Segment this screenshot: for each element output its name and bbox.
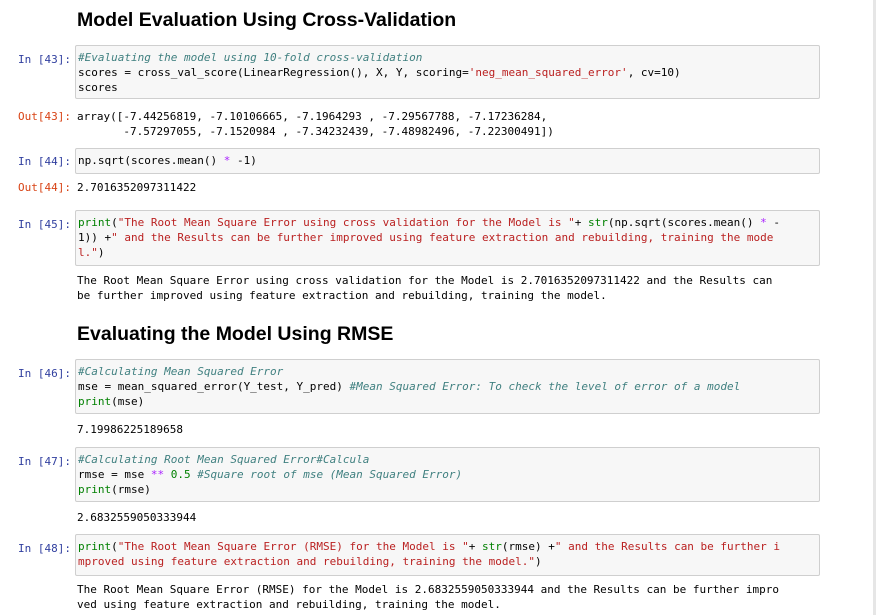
code-string: "The Root Mean Square Error (RMSE) for t…: [117, 540, 469, 553]
code-text: -1): [230, 154, 257, 167]
code-builtin: print: [78, 395, 112, 408]
cell-47-in-prompt: In [47]:: [18, 455, 71, 468]
code-text: +: [574, 216, 588, 229]
code-builtin: str: [482, 540, 502, 553]
cell-46-output: 7.19986225189658: [77, 422, 822, 437]
code-builtin: print: [78, 483, 112, 496]
code-builtin: str: [587, 216, 608, 229]
code-text: ): [534, 555, 542, 568]
code-text: , cv=10): [627, 66, 681, 79]
output-line: 2.6832559050333944: [77, 511, 197, 524]
code-comment: #Square root of mse (Mean Squared Error): [197, 468, 463, 481]
code-string: "The Root Mean Square Error using cross …: [117, 216, 575, 229]
code-comment: #Evaluating the model using 10-fold cros…: [78, 51, 423, 64]
code-builtin: print: [78, 540, 112, 553]
code-comment: #Calculating Root Mean Squared Error#Cal…: [78, 453, 370, 466]
code-builtin: print: [78, 216, 112, 229]
cell-47-code-editor[interactable]: #Calculating Root Mean Squared Error#Cal…: [75, 447, 820, 502]
cell-47-output: 2.6832559050333944: [77, 510, 822, 525]
code-text: +: [468, 540, 482, 553]
cell-48-in-prompt: In [48]:: [18, 542, 71, 555]
output-line: be further improved using feature extrac…: [77, 289, 607, 302]
code-string: 'neg_mean_squared_error': [468, 66, 628, 79]
code-text: np.sqrt(scores.mean(): [78, 154, 224, 167]
section-heading-cross-validation: Model Evaluation Using Cross-Validation: [77, 9, 457, 31]
code-string: l.": [78, 246, 98, 259]
cell-45-output: The Root Mean Square Error using cross v…: [77, 273, 822, 303]
code-number: 0.5: [164, 468, 198, 481]
cell-44-output: 2.7016352097311422: [77, 180, 822, 195]
code-text: scores: [78, 81, 118, 94]
output-line: array([-7.44256819, -7.10106665, -7.1964…: [77, 110, 548, 123]
cell-48-code-editor[interactable]: print("The Root Mean Square Error (RMSE)…: [75, 534, 820, 576]
code-text: rmse = mse: [78, 468, 151, 481]
output-line: ved using feature extraction and rebuild…: [77, 598, 501, 611]
code-text: (rmse): [111, 483, 151, 496]
code-text: ): [97, 246, 105, 259]
cell-43-code-editor[interactable]: #Evaluating the model using 10-fold cros…: [75, 45, 820, 99]
section-heading-rmse: Evaluating the Model Using RMSE: [77, 323, 394, 345]
cell-44-in-prompt: In [44]:: [18, 155, 71, 168]
cell-44-code-editor[interactable]: np.sqrt(scores.mean() * -1): [75, 148, 820, 174]
output-line: 7.19986225189658: [77, 423, 183, 436]
cell-48-output: The Root Mean Square Error (RMSE) for th…: [77, 582, 822, 612]
code-text: -: [766, 216, 781, 229]
output-line: -7.57297055, -7.1520984 , -7.34232439, -…: [77, 125, 554, 138]
code-text: scores = cross_val_score(LinearRegressio…: [78, 66, 469, 79]
code-string: " and the Results can be further i: [554, 540, 781, 553]
output-line: The Root Mean Square Error using cross v…: [77, 274, 773, 287]
code-comment: #Calculating Mean Squared Error: [78, 365, 284, 378]
cell-45-in-prompt: In [45]:: [18, 218, 71, 231]
code-comment: #Mean Squared Error: To check the level …: [349, 380, 741, 393]
code-text: 1)) +: [78, 231, 112, 244]
code-operator: **: [150, 468, 165, 481]
code-text: (rmse) +: [501, 540, 555, 553]
code-text: mse = mean_squared_error(Y_test, Y_pred): [78, 380, 350, 393]
code-text: (np.sqrt(scores.mean(): [607, 216, 761, 229]
output-line: The Root Mean Square Error (RMSE) for th…: [77, 583, 779, 596]
code-text: (: [111, 216, 118, 229]
code-text: (mse): [111, 395, 145, 408]
cell-44-out-prompt: Out[44]:: [18, 181, 71, 194]
cell-43-output: array([-7.44256819, -7.10106665, -7.1964…: [77, 109, 822, 139]
cell-46-code-editor[interactable]: #Calculating Mean Squared Error mse = me…: [75, 359, 820, 414]
cell-43-in-prompt: In [43]:: [18, 53, 71, 66]
cell-45-code-editor[interactable]: print("The Root Mean Square Error using …: [75, 210, 820, 266]
code-operator: *: [760, 216, 767, 229]
code-string: " and the Results can be further improve…: [111, 231, 774, 244]
cell-46-in-prompt: In [46]:: [18, 367, 71, 380]
code-text: (: [111, 540, 118, 553]
output-line: 2.7016352097311422: [77, 181, 197, 194]
cell-43-out-prompt: Out[43]:: [18, 110, 71, 123]
code-string: mproved using feature extraction and reb…: [78, 555, 535, 568]
